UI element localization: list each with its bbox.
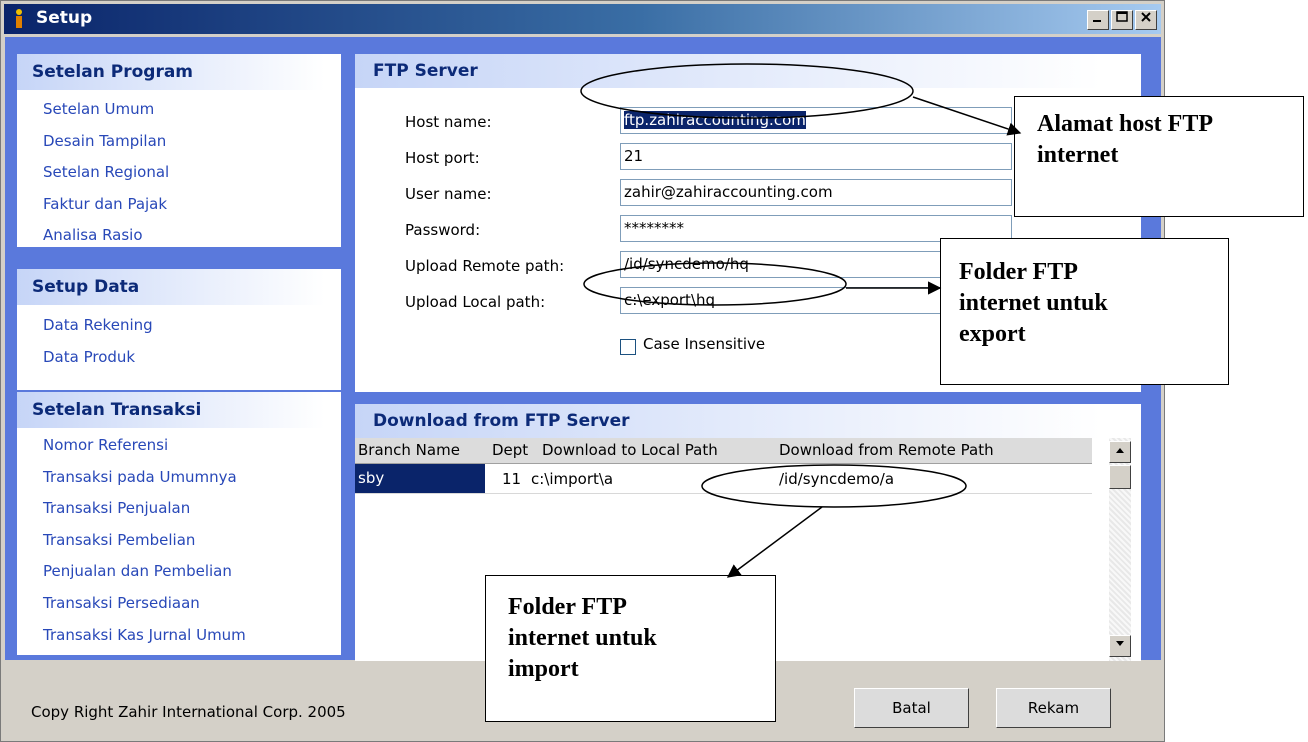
cell-local[interactable]: c:\import\a [531, 470, 613, 488]
host-name-input[interactable]: ftp.zahiraccounting.com [620, 107, 1012, 134]
col-branch-name[interactable]: Branch Name [358, 441, 460, 459]
case-insensitive-row[interactable]: Case Insensitive [355, 331, 765, 361]
panel-title: Download from FTP Server [355, 404, 1141, 438]
cell-dept[interactable]: 11 [502, 470, 521, 488]
user-name-label: User name: [405, 185, 492, 203]
sidebar-item-setelan-umum[interactable]: Setelan Umum [17, 94, 341, 126]
sidebar-item-analisa-rasio[interactable]: Analisa Rasio [17, 220, 341, 252]
sidebar-item-transaksi-umumnya[interactable]: Transaksi pada Umumnya [17, 462, 341, 494]
col-remote-path[interactable]: Download from Remote Path [779, 441, 994, 459]
arrow-up-icon [1116, 448, 1124, 453]
upload-remote-label: Upload Remote path: [405, 257, 565, 275]
host-port-label: Host port: [405, 149, 480, 167]
maximize-icon [1116, 11, 1128, 22]
minimize-button[interactable] [1087, 10, 1109, 30]
annotation-line: import [508, 656, 579, 682]
group-setup-data: Setup Data Data Rekening Data Produk [17, 269, 341, 390]
panel-title: FTP Server [355, 54, 1141, 88]
grid-header: Branch Name Dept Download to Local Path … [355, 438, 1092, 464]
sidebar-item-desain-tampilan[interactable]: Desain Tampilan [17, 126, 341, 158]
sidebar-item-transaksi-kas-jurnal[interactable]: Transaksi Kas Jurnal Umum [17, 620, 341, 652]
cell-branch[interactable]: sby [355, 464, 485, 493]
group-title: Setelan Transaksi [17, 392, 341, 428]
annotation-export: Folder FTP internet untuk export [940, 238, 1229, 385]
annotation-line: internet untuk [959, 290, 1108, 316]
sidebar-item-penjualan-pembelian[interactable]: Penjualan dan Pembelian [17, 556, 341, 588]
maximize-button[interactable] [1111, 10, 1133, 30]
window-title: Setup [36, 8, 93, 28]
annotation-line: Alamat host FTP [1037, 111, 1213, 137]
sidebar-item-transaksi-persediaan[interactable]: Transaksi Persediaan [17, 588, 341, 620]
sidebar-item-data-produk[interactable]: Data Produk [17, 342, 341, 374]
arrow-down-icon [1116, 641, 1124, 646]
annotation-line: export [959, 321, 1026, 347]
upload-local-label: Upload Local path: [405, 293, 546, 311]
case-insensitive-checkbox[interactable] [620, 339, 636, 355]
host-name-value: ftp.zahiraccounting.com [624, 111, 806, 129]
save-button[interactable]: Rekam [996, 688, 1111, 728]
info-icon [16, 9, 22, 28]
title-bar[interactable]: Setup [4, 4, 1161, 34]
cancel-button[interactable]: Batal [854, 688, 969, 728]
annotation-line: Folder FTP [959, 259, 1078, 285]
close-button[interactable] [1135, 10, 1157, 30]
host-name-label: Host name: [405, 113, 492, 131]
table-row[interactable]: sby 11 c:\import\a /id/syncdemo/a [355, 464, 1092, 494]
group-title: Setelan Program [17, 54, 341, 90]
group-setelan-transaksi: Setelan Transaksi Nomor Referensi Transa… [17, 392, 341, 655]
sidebar-item-transaksi-pembelian[interactable]: Transaksi Pembelian [17, 525, 341, 557]
scroll-down-button[interactable] [1109, 635, 1131, 657]
sidebar-item-transaksi-penjualan[interactable]: Transaksi Penjualan [17, 493, 341, 525]
sidebar-item-setelan-regional[interactable]: Setelan Regional [17, 157, 341, 189]
user-name-input[interactable]: zahir@zahiraccounting.com [620, 179, 1012, 206]
password-label: Password: [405, 221, 481, 239]
copyright-text: Copy Right Zahir International Corp. 200… [31, 703, 346, 721]
annotation-host: Alamat host FTP internet [1014, 96, 1304, 217]
scroll-thumb[interactable] [1109, 465, 1131, 489]
scroll-up-button[interactable] [1109, 441, 1131, 463]
annotation-import: Folder FTP internet untuk import [485, 575, 776, 722]
sidebar-item-faktur-pajak[interactable]: Faktur dan Pajak [17, 189, 341, 221]
annotation-line: internet untuk [508, 625, 657, 651]
sidebar-item-nomor-referensi[interactable]: Nomor Referensi [17, 430, 341, 462]
group-title: Setup Data [17, 269, 341, 305]
close-icon [1141, 12, 1151, 22]
col-local-path[interactable]: Download to Local Path [542, 441, 718, 459]
minimize-icon [1093, 20, 1101, 22]
case-insensitive-label: Case Insensitive [643, 335, 766, 353]
col-dept[interactable]: Dept [492, 441, 528, 459]
annotation-line: internet [1037, 142, 1119, 168]
host-port-input[interactable]: 21 [620, 143, 1012, 170]
annotation-line: Folder FTP [508, 594, 627, 620]
sidebar-item-data-rekening[interactable]: Data Rekening [17, 310, 341, 342]
cell-remote[interactable]: /id/syncdemo/a [779, 470, 894, 488]
vertical-scrollbar[interactable] [1109, 438, 1131, 662]
group-setelan-program: Setelan Program Setelan Umum Desain Tamp… [17, 54, 341, 247]
